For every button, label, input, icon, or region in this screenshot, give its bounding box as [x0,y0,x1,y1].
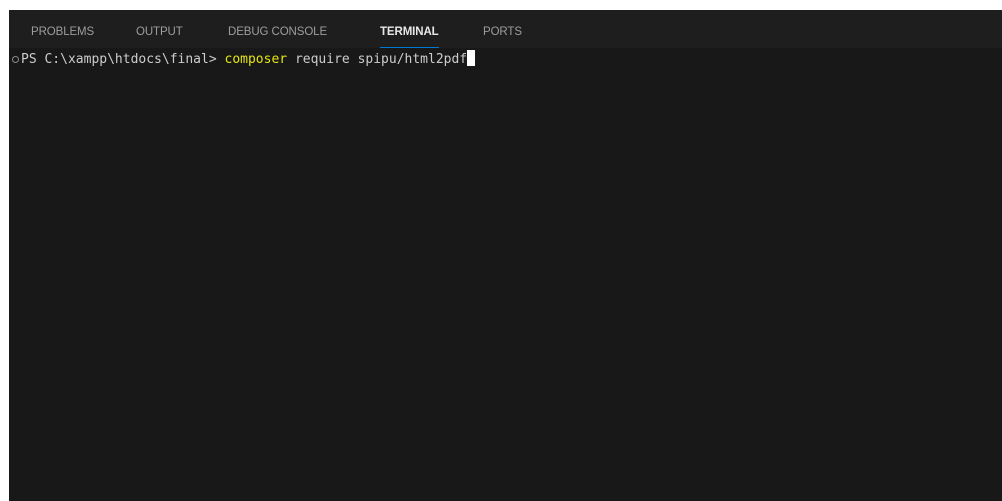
tab-output[interactable]: OUTPUT [136,10,183,48]
tab-ports[interactable]: PORTS [483,10,522,48]
tab-debug-console-label: DEBUG CONSOLE [228,26,328,38]
terminal-line-content: PS C:\xampp\htdocs\final> composer requi… [21,50,476,70]
tab-output-label: OUTPUT [136,26,183,38]
panel-tabs: PROBLEMS OUTPUT DEBUG CONSOLE TERMINAL P… [9,10,1002,48]
tab-terminal-label: TERMINAL [380,26,439,38]
terminal-cursor [467,50,476,66]
tab-problems[interactable]: PROBLEMS [31,10,94,48]
tab-terminal[interactable]: TERMINAL [380,10,439,48]
panel: PROBLEMS OUTPUT DEBUG CONSOLE TERMINAL P… [9,10,1002,501]
terminal-command: composer [224,52,288,67]
tab-ports-label: PORTS [483,26,522,38]
terminal-prompt: PS C:\xampp\htdocs\final> [21,52,225,67]
tab-problems-label: PROBLEMS [31,26,95,38]
terminal-command-line: PS C:\xampp\htdocs\final> composer requi… [9,50,476,70]
terminal-area[interactable] [9,48,1002,501]
tab-debug-console[interactable]: DEBUG CONSOLE [228,10,327,48]
terminal-arguments: require spipu/html2pdf [287,52,468,67]
